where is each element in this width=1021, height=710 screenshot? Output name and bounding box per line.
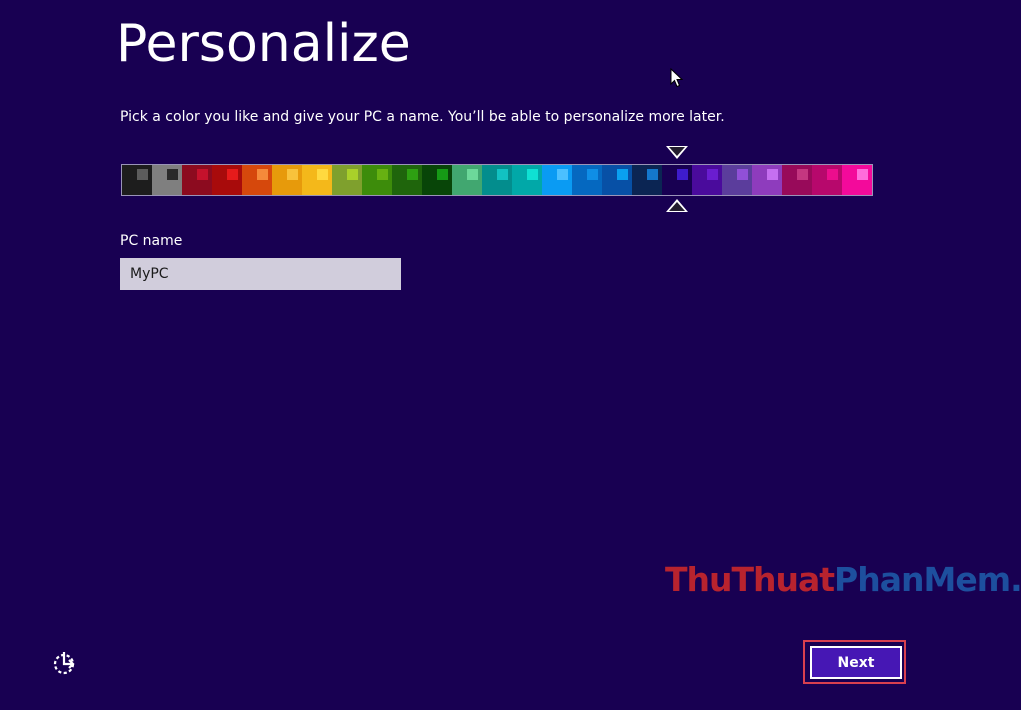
color-swatch-accent	[857, 169, 868, 180]
color-swatch[interactable]	[752, 165, 782, 195]
color-swatch[interactable]	[842, 165, 872, 195]
color-swatch[interactable]	[632, 165, 662, 195]
color-swatch[interactable]	[542, 165, 572, 195]
mouse-cursor-icon	[670, 68, 683, 88]
color-swatch-accent	[797, 169, 808, 180]
color-swatch[interactable]	[302, 165, 332, 195]
color-swatch[interactable]	[602, 165, 632, 195]
color-swatch-accent	[767, 169, 778, 180]
color-swatch-accent	[227, 169, 238, 180]
page-title: Personalize	[116, 14, 411, 74]
color-swatch[interactable]	[512, 165, 542, 195]
color-swatch-accent	[467, 169, 478, 180]
color-swatch-accent	[407, 169, 418, 180]
watermark-part-c: .vn	[1010, 560, 1021, 599]
watermark: ThuThuatPhanMem.vn	[665, 560, 1021, 599]
color-swatch-accent	[257, 169, 268, 180]
color-swatch-accent	[167, 169, 178, 180]
color-swatch[interactable]	[362, 165, 392, 195]
watermark-part-a: ThuThuat	[665, 560, 835, 599]
selected-color-marker-top	[666, 146, 688, 159]
pc-name-label: PC name	[120, 233, 183, 249]
color-swatch[interactable]	[782, 165, 812, 195]
color-swatch-accent	[137, 169, 148, 180]
color-swatch-selected[interactable]	[662, 165, 692, 195]
color-palette	[121, 164, 873, 196]
color-swatch-accent	[527, 169, 538, 180]
color-swatch[interactable]	[572, 165, 602, 195]
color-swatch[interactable]	[182, 165, 212, 195]
color-swatch[interactable]	[272, 165, 302, 195]
color-swatch[interactable]	[692, 165, 722, 195]
watermark-part-b: PhanMem	[834, 560, 1011, 599]
color-swatch-accent	[587, 169, 598, 180]
color-swatch[interactable]	[122, 165, 152, 195]
color-swatch[interactable]	[422, 165, 452, 195]
color-swatch-accent	[377, 169, 388, 180]
selected-color-marker-bottom	[666, 199, 688, 212]
ease-of-access-icon[interactable]	[51, 649, 79, 677]
color-swatch[interactable]	[332, 165, 362, 195]
color-swatch-accent	[497, 169, 508, 180]
color-swatch-accent	[647, 169, 658, 180]
color-swatch-accent	[557, 169, 568, 180]
color-swatch-accent	[737, 169, 748, 180]
next-button[interactable]: Next	[810, 646, 902, 679]
color-swatch-accent	[617, 169, 628, 180]
color-swatch[interactable]	[152, 165, 182, 195]
color-swatch-accent	[677, 169, 688, 180]
page-subtitle: Pick a color you like and give your PC a…	[120, 109, 725, 125]
color-swatch[interactable]	[722, 165, 752, 195]
color-swatch[interactable]	[482, 165, 512, 195]
color-swatch-accent	[197, 169, 208, 180]
color-swatch[interactable]	[452, 165, 482, 195]
color-swatch[interactable]	[812, 165, 842, 195]
color-swatch[interactable]	[212, 165, 242, 195]
color-swatch-accent	[347, 169, 358, 180]
color-swatch[interactable]	[392, 165, 422, 195]
color-swatch-accent	[437, 169, 448, 180]
color-swatch-accent	[317, 169, 328, 180]
pc-name-input[interactable]	[120, 258, 401, 290]
color-swatch[interactable]	[242, 165, 272, 195]
color-swatch-accent	[287, 169, 298, 180]
color-swatch-accent	[827, 169, 838, 180]
color-swatch-accent	[707, 169, 718, 180]
